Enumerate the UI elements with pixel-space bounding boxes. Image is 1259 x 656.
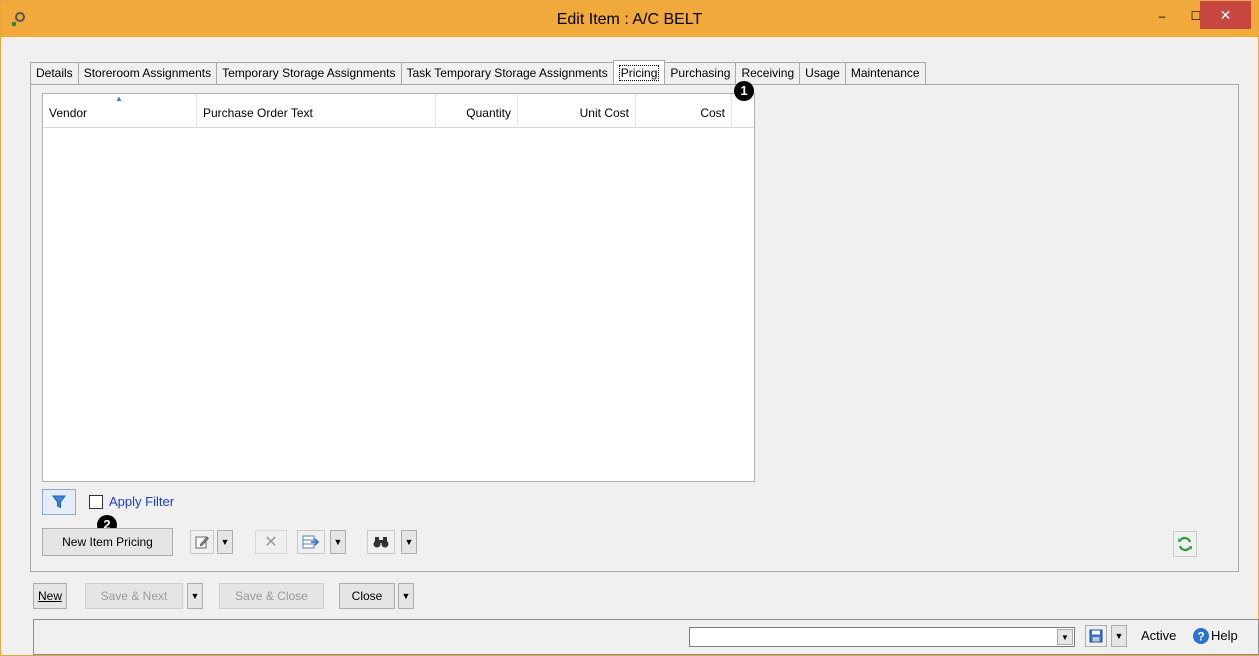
find-dropdown-button[interactable]: ▼ (401, 530, 417, 554)
tab-pricing[interactable]: Pricing (612, 60, 666, 84)
chevron-down-icon: ▼ (190, 591, 200, 601)
edit-button[interactable] (190, 530, 214, 554)
new-button[interactable]: New (33, 583, 67, 609)
tab-label: Purchasing (670, 66, 731, 80)
minimize-button[interactable]: – (1144, 1, 1180, 31)
close-icon: ✕ (1219, 6, 1232, 23)
chevron-down-icon: ▼ (333, 537, 343, 547)
tab-storeroom-assignments[interactable]: Storeroom Assignments (77, 62, 218, 84)
tab-label: Task Temporary Storage Assignments (406, 66, 608, 80)
filter-funnel-icon (52, 495, 66, 509)
apply-filter-label[interactable]: Apply Filter (109, 494, 174, 509)
tab-details[interactable]: Details (30, 62, 79, 84)
delete-button[interactable]: ✕ (255, 530, 287, 554)
chevron-down-icon[interactable]: ▼ (1057, 629, 1073, 645)
minimize-icon: – (1158, 9, 1166, 23)
column-label: Cost (700, 106, 725, 120)
title-bar: Edit Item : A/C BELT – ☐ ✕ (1, 1, 1258, 37)
status-bar (33, 619, 1259, 655)
callout-badge-1: 1 (734, 81, 754, 101)
save-close-button[interactable]: Save & Close (219, 583, 324, 609)
chevron-down-icon: ▼ (220, 537, 230, 547)
help-icon[interactable]: ? (1192, 627, 1210, 645)
column-header-unit-cost[interactable]: Unit Cost (518, 94, 636, 128)
pricing-grid[interactable]: ▲ Vendor Purchase Order Text Quantity Un… (42, 93, 755, 482)
filter-button[interactable] (42, 489, 76, 515)
export-dropdown-button[interactable]: ▼ (330, 530, 346, 554)
chevron-down-icon: ▼ (404, 537, 414, 547)
save-next-button[interactable]: Save & Next (85, 583, 183, 609)
tab-label: Receiving (741, 66, 795, 80)
delete-x-icon: ✕ (264, 534, 278, 551)
chevron-down-icon: ▼ (401, 591, 411, 601)
edit-icon (195, 536, 209, 549)
help-link[interactable]: Help (1211, 628, 1238, 643)
window-title: Edit Item : A/C BELT (556, 11, 703, 28)
tab-label: Temporary Storage Assignments (222, 66, 396, 80)
column-header-quantity[interactable]: Quantity (436, 94, 518, 128)
close-dropdown-button[interactable]: ▼ (398, 583, 414, 609)
tab-label: Usage (805, 66, 840, 80)
column-header-vendor[interactable]: ▲ Vendor (43, 94, 197, 128)
export-button[interactable] (297, 530, 325, 554)
status-combo[interactable]: ▼ (689, 627, 1075, 647)
refresh-icon (1178, 536, 1192, 552)
edit-dropdown-button[interactable]: ▼ (217, 530, 233, 554)
save-layout-dropdown-button[interactable]: ▼ (1111, 625, 1127, 647)
new-item-pricing-button[interactable]: New Item Pricing (42, 528, 173, 556)
chevron-down-icon: ▼ (1114, 631, 1124, 641)
column-label: Vendor (49, 106, 88, 120)
tab-label: Details (36, 66, 73, 80)
find-button[interactable] (367, 530, 395, 554)
column-header-purchase-order-text[interactable]: Purchase Order Text (197, 94, 436, 128)
save-layout-button[interactable] (1085, 625, 1107, 647)
floppy-disk-icon (1089, 629, 1103, 643)
column-label: Purchase Order Text (203, 106, 313, 120)
binoculars-icon (373, 537, 389, 548)
tab-usage[interactable]: Usage (799, 62, 846, 84)
tab-temporary-storage-assignments[interactable]: Temporary Storage Assignments (216, 62, 402, 84)
new-button-label: New (37, 589, 62, 603)
tab-maintenance[interactable]: Maintenance (844, 62, 926, 84)
grid-header: ▲ Vendor Purchase Order Text Quantity Un… (43, 94, 754, 128)
export-grid-icon (302, 535, 320, 549)
status-active-label: Active (1141, 628, 1177, 643)
tab-purchasing[interactable]: Purchasing (664, 62, 737, 84)
close-button[interactable]: Close (339, 583, 395, 609)
tab-label: Maintenance (850, 66, 920, 80)
sort-ascending-icon: ▲ (115, 94, 123, 103)
tab-label: Pricing (618, 65, 660, 81)
svg-text:?: ? (1197, 630, 1204, 644)
save-next-dropdown-button[interactable]: ▼ (187, 583, 203, 609)
apply-filter-checkbox[interactable] (89, 495, 103, 509)
column-label: Unit Cost (579, 106, 629, 120)
column-label: Quantity (466, 106, 511, 120)
edit-item-window: Edit Item : A/C BELT – ☐ ✕ Details Store… (0, 0, 1259, 656)
tab-strip: Details Storeroom Assignments Temporary … (30, 60, 926, 84)
refresh-button[interactable] (1173, 531, 1197, 557)
column-header-cost[interactable]: Cost (636, 94, 732, 128)
tab-task-temporary-storage-assignments[interactable]: Task Temporary Storage Assignments (400, 62, 614, 84)
close-window-button[interactable]: ✕ (1200, 1, 1251, 29)
tab-label: Storeroom Assignments (83, 66, 212, 80)
